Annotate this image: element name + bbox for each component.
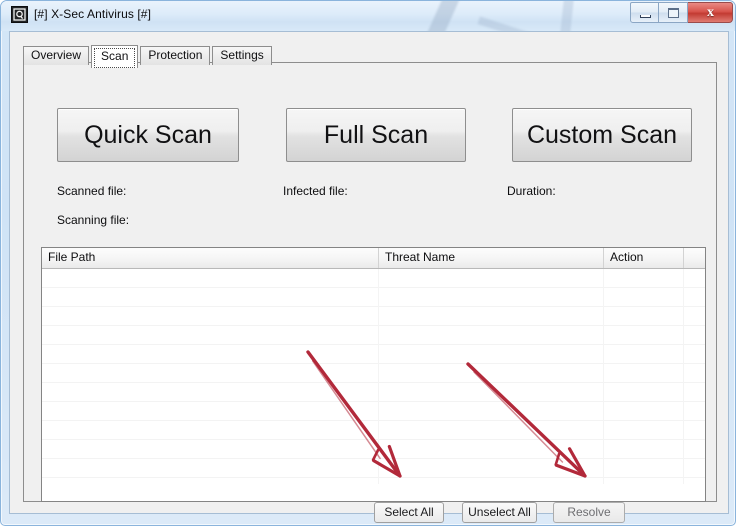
table-row[interactable] [42, 459, 705, 478]
duration-label: Duration: [507, 184, 556, 198]
resolve-button[interactable]: Resolve [553, 502, 625, 523]
column-header-threat-name[interactable]: Threat Name [379, 248, 604, 268]
table-row[interactable] [42, 440, 705, 459]
column-guide [683, 269, 684, 484]
table-row[interactable] [42, 364, 705, 383]
tab-settings[interactable]: Settings [212, 46, 272, 65]
window-title: [#] X-Sec Antivirus [#] [34, 7, 152, 21]
glass-streak-decoration [477, 16, 547, 31]
list-body[interactable] [42, 269, 705, 501]
minimize-icon [640, 15, 651, 18]
tab-protection-label: Protection [148, 48, 203, 62]
antivirus-app-icon [11, 6, 28, 23]
maximize-icon [668, 8, 679, 18]
table-row[interactable] [42, 421, 705, 440]
unselect-all-button[interactable]: Unselect All [462, 502, 537, 523]
maximize-button[interactable] [659, 2, 688, 23]
column-header-spacer[interactable] [684, 248, 705, 268]
column-guide [603, 269, 604, 484]
scan-results-list[interactable]: File Path Threat Name Action [41, 247, 706, 502]
caption-buttons: x [630, 2, 733, 23]
close-icon: x [707, 5, 714, 20]
application-window: [#] X-Sec Antivirus [#] x Overview Scan [0, 0, 736, 526]
scanned-file-label: Scanned file: [57, 184, 127, 198]
column-header-action[interactable]: Action [604, 248, 684, 268]
close-button[interactable]: x [688, 2, 733, 23]
table-row[interactable] [42, 288, 705, 307]
tab-scan[interactable]: Scan [91, 45, 139, 68]
client-area: Overview Scan Protection Settings Quick … [9, 31, 729, 523]
tab-strip: Overview Scan Protection Settings [23, 44, 274, 68]
column-guide [378, 269, 379, 484]
infected-file-label: Infected file: [283, 184, 348, 198]
tab-overview-label: Overview [31, 48, 82, 62]
focus-ring [94, 48, 136, 68]
select-all-button[interactable]: Select All [374, 502, 444, 523]
glass-streak-decoration [557, 1, 575, 31]
quick-scan-button[interactable]: Quick Scan [57, 108, 239, 162]
table-row[interactable] [42, 307, 705, 326]
glass-streak-decoration [413, 1, 465, 31]
tab-overview[interactable]: Overview [23, 46, 90, 65]
custom-scan-button[interactable]: Custom Scan [512, 108, 692, 162]
table-row[interactable] [42, 269, 705, 288]
scanning-file-label: Scanning file: [57, 213, 130, 227]
table-row[interactable] [42, 326, 705, 345]
column-header-file-path[interactable]: File Path [42, 248, 379, 268]
tab-settings-label: Settings [220, 48, 264, 62]
empty-rows-container [42, 269, 705, 478]
list-header-row: File Path Threat Name Action [42, 248, 705, 269]
table-row[interactable] [42, 402, 705, 421]
tab-protection[interactable]: Protection [140, 46, 211, 65]
title-bar[interactable]: [#] X-Sec Antivirus [#] x [1, 1, 735, 31]
full-scan-button[interactable]: Full Scan [286, 108, 466, 162]
table-row[interactable] [42, 383, 705, 402]
table-row[interactable] [42, 345, 705, 364]
minimize-button[interactable] [630, 2, 659, 23]
